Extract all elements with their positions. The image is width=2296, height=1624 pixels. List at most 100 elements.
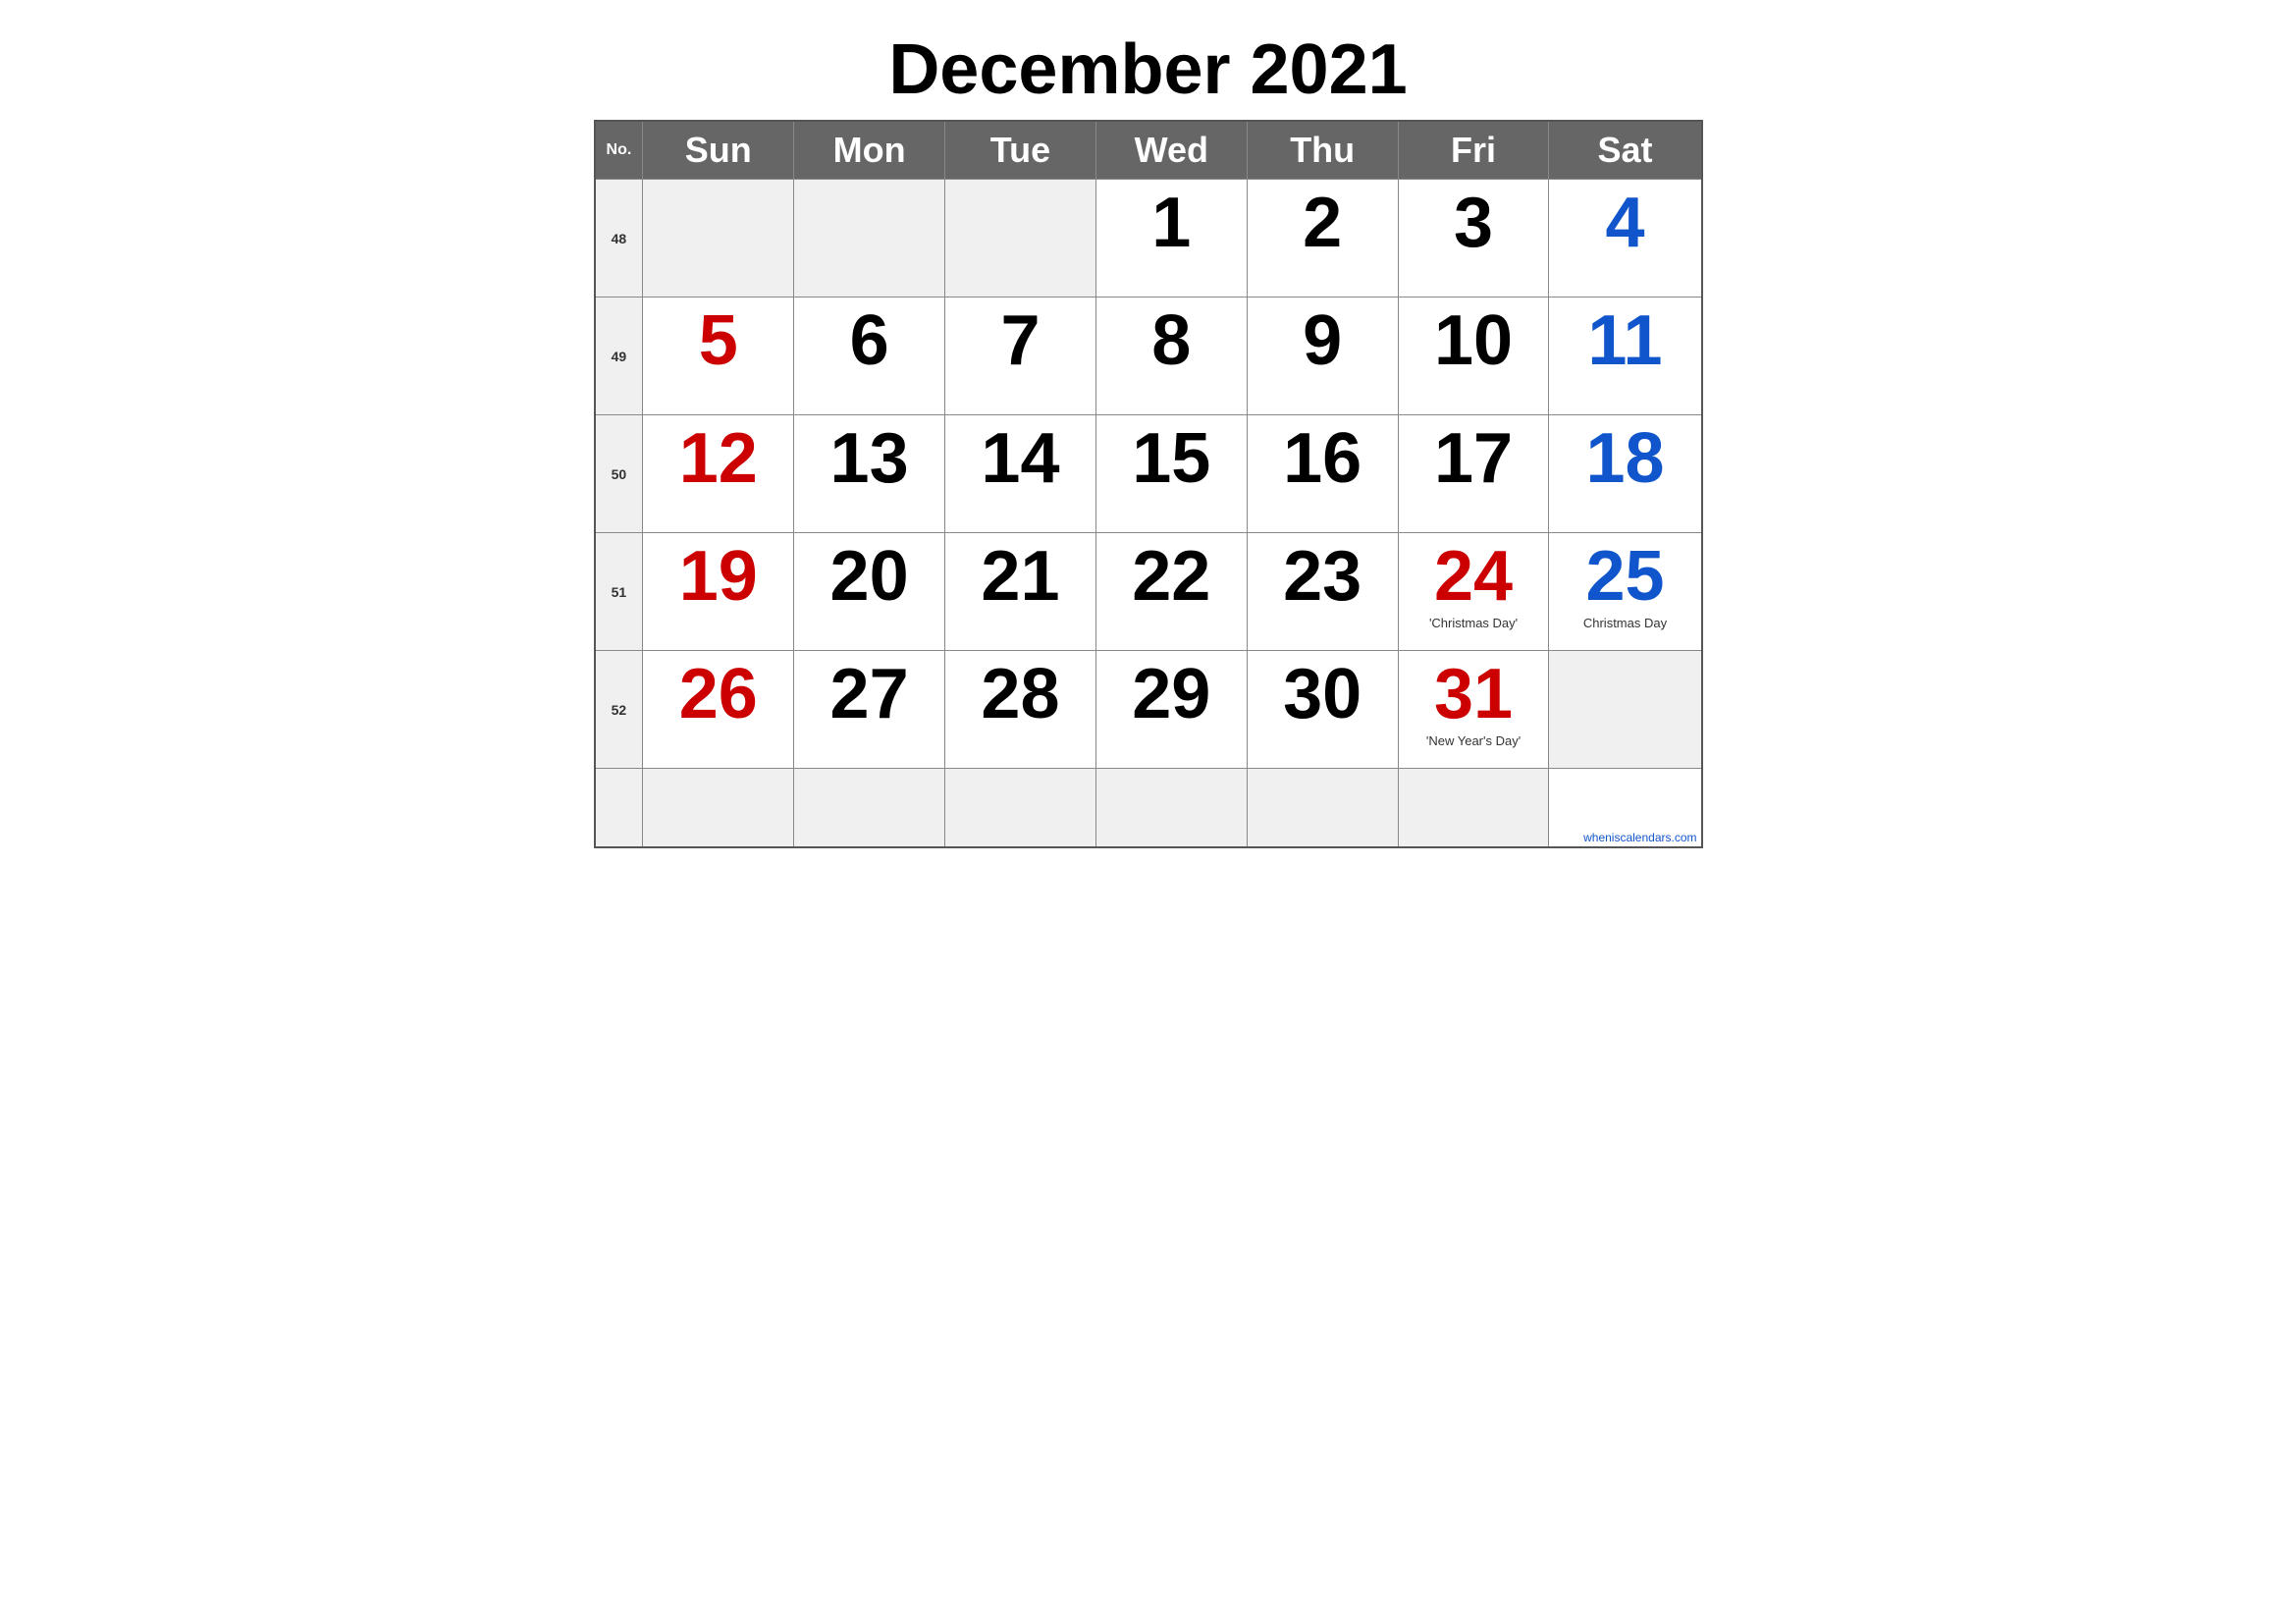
day-cell: 22 bbox=[1095, 533, 1247, 651]
holiday-label: 'Christmas Day' bbox=[1403, 616, 1545, 630]
empty-cell bbox=[1398, 769, 1549, 847]
day-cell bbox=[794, 180, 945, 298]
day-cell: 5 bbox=[643, 298, 794, 415]
day-number: 7 bbox=[949, 305, 1092, 376]
day-cell: 21 bbox=[945, 533, 1096, 651]
day-number: 18 bbox=[1553, 423, 1696, 494]
day-cell: 14 bbox=[945, 415, 1096, 533]
day-number: 25 bbox=[1553, 541, 1696, 612]
day-number: 15 bbox=[1100, 423, 1243, 494]
day-number: 29 bbox=[1100, 659, 1243, 730]
day-cell: 18 bbox=[1549, 415, 1702, 533]
day-cell: 10 bbox=[1398, 298, 1549, 415]
day-number: 3 bbox=[1403, 188, 1545, 258]
day-number: 2 bbox=[1252, 188, 1394, 258]
week-number: 50 bbox=[595, 415, 643, 533]
day-cell: 11 bbox=[1549, 298, 1702, 415]
day-number: 28 bbox=[949, 659, 1092, 730]
day-number: 5 bbox=[647, 305, 789, 376]
header-sun: Sun bbox=[643, 121, 794, 180]
day-number: 22 bbox=[1100, 541, 1243, 612]
day-number: 12 bbox=[647, 423, 789, 494]
day-number: 11 bbox=[1553, 305, 1696, 376]
empty-cell: wheniscalendars.com bbox=[1549, 769, 1702, 847]
calendar-container: December 2021 No. Sun Mon Tue Wed Thu Fr… bbox=[574, 20, 1723, 868]
day-cell bbox=[643, 180, 794, 298]
header-fri: Fri bbox=[1398, 121, 1549, 180]
no-header: No. bbox=[595, 121, 643, 180]
day-cell: 16 bbox=[1247, 415, 1398, 533]
day-number: 14 bbox=[949, 423, 1092, 494]
day-cell: 9 bbox=[1247, 298, 1398, 415]
day-cell: 6 bbox=[794, 298, 945, 415]
day-cell: 2 bbox=[1247, 180, 1398, 298]
day-cell: 28 bbox=[945, 651, 1096, 769]
day-cell: 19 bbox=[643, 533, 794, 651]
watermark-link[interactable]: wheniscalendars.com bbox=[1583, 831, 1696, 844]
empty-cell bbox=[595, 769, 643, 847]
day-cell: 17 bbox=[1398, 415, 1549, 533]
week-row: 48 1234 bbox=[595, 180, 1702, 298]
day-number: 24 bbox=[1403, 541, 1545, 612]
day-number: 27 bbox=[798, 659, 940, 730]
day-cell: 23 bbox=[1247, 533, 1398, 651]
day-number: 20 bbox=[798, 541, 940, 612]
day-cell: 3 bbox=[1398, 180, 1549, 298]
day-number: 26 bbox=[647, 659, 789, 730]
day-cell: 4 bbox=[1549, 180, 1702, 298]
day-number: 19 bbox=[647, 541, 789, 612]
week-row: 52262728293031 'New Year's Day' bbox=[595, 651, 1702, 769]
day-cell: 31 'New Year's Day' bbox=[1398, 651, 1549, 769]
day-cell bbox=[945, 180, 1096, 298]
day-number: 8 bbox=[1100, 305, 1243, 376]
day-cell: 13 bbox=[794, 415, 945, 533]
week-number: 52 bbox=[595, 651, 643, 769]
header-thu: Thu bbox=[1247, 121, 1398, 180]
week-number: 48 bbox=[595, 180, 643, 298]
week-row: 49567891011 bbox=[595, 298, 1702, 415]
day-number: 6 bbox=[798, 305, 940, 376]
empty-cell bbox=[643, 769, 794, 847]
day-cell: 15 bbox=[1095, 415, 1247, 533]
day-number: 30 bbox=[1252, 659, 1394, 730]
calendar-table: No. Sun Mon Tue Wed Thu Fri Sat 48123449… bbox=[594, 120, 1703, 848]
day-number: 10 bbox=[1403, 305, 1545, 376]
day-cell: 7 bbox=[945, 298, 1096, 415]
day-cell: 1 bbox=[1095, 180, 1247, 298]
day-cell: 30 bbox=[1247, 651, 1398, 769]
week-row: 5012131415161718 bbox=[595, 415, 1702, 533]
holiday-label: 'New Year's Day' bbox=[1403, 733, 1545, 748]
day-number: 4 bbox=[1553, 188, 1696, 258]
calendar-title: December 2021 bbox=[594, 29, 1703, 110]
empty-row: wheniscalendars.com bbox=[595, 769, 1702, 847]
day-number: 23 bbox=[1252, 541, 1394, 612]
day-number: 17 bbox=[1403, 423, 1545, 494]
day-cell: 25 Christmas Day bbox=[1549, 533, 1702, 651]
week-number: 51 bbox=[595, 533, 643, 651]
day-cell: 27 bbox=[794, 651, 945, 769]
holiday-label: Christmas Day bbox=[1553, 616, 1696, 630]
day-cell: 12 bbox=[643, 415, 794, 533]
day-cell: 8 bbox=[1095, 298, 1247, 415]
day-number: 21 bbox=[949, 541, 1092, 612]
day-cell bbox=[1549, 651, 1702, 769]
day-number: 31 bbox=[1403, 659, 1545, 730]
empty-cell bbox=[1095, 769, 1247, 847]
header-mon: Mon bbox=[794, 121, 945, 180]
empty-cell bbox=[794, 769, 945, 847]
header-tue: Tue bbox=[945, 121, 1096, 180]
day-number: 1 bbox=[1100, 188, 1243, 258]
day-number: 13 bbox=[798, 423, 940, 494]
header-sat: Sat bbox=[1549, 121, 1702, 180]
week-row: 51192021222324 'Christmas Day' 25 Christmas… bbox=[595, 533, 1702, 651]
day-number: 9 bbox=[1252, 305, 1394, 376]
week-number: 49 bbox=[595, 298, 643, 415]
day-number: 16 bbox=[1252, 423, 1394, 494]
day-cell: 20 bbox=[794, 533, 945, 651]
empty-cell bbox=[945, 769, 1096, 847]
day-cell: 24 'Christmas Day' bbox=[1398, 533, 1549, 651]
day-cell: 26 bbox=[643, 651, 794, 769]
header-wed: Wed bbox=[1095, 121, 1247, 180]
day-cell: 29 bbox=[1095, 651, 1247, 769]
header-row: No. Sun Mon Tue Wed Thu Fri Sat bbox=[595, 121, 1702, 180]
